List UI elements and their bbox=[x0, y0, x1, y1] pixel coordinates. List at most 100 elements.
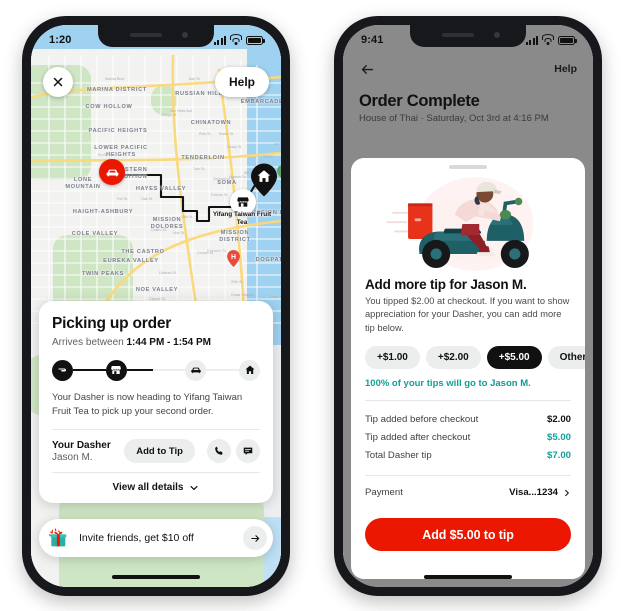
chevron-right-icon bbox=[565, 489, 569, 497]
status-time: 1:20 bbox=[49, 34, 72, 46]
help-button[interactable]: Help bbox=[214, 67, 269, 97]
restaurant-pin-icon[interactable]: H bbox=[227, 250, 240, 267]
close-icon bbox=[53, 77, 63, 87]
map-neighborhood-label: CHINATOWN bbox=[190, 120, 232, 126]
chat-icon bbox=[243, 447, 253, 455]
dasher-label: Your Dasher bbox=[52, 439, 111, 451]
map-street-label: Gough St. bbox=[161, 113, 178, 117]
progress-line-2b bbox=[152, 368, 186, 372]
left-phone-screen: MARINA DISTRICT RUSSIAN HILL EMBARCADERO CO… bbox=[31, 25, 281, 587]
order-description: Your Dasher is now heading to Yifang Tai… bbox=[52, 391, 243, 417]
order-status-card: Picking up order Arrives between 1:44 PM… bbox=[39, 300, 273, 503]
map-street-label: Folsom St. bbox=[211, 193, 229, 197]
map-street-label: Geary St. bbox=[227, 145, 243, 149]
store-icon bbox=[111, 366, 122, 374]
progress-line-3 bbox=[206, 368, 240, 372]
message-dasher-button[interactable] bbox=[236, 439, 260, 463]
map-neighborhood-label: LONE bbox=[73, 177, 93, 183]
left-phone-frame: MARINA DISTRICT RUSSIAN HILL EMBARCADERO CO… bbox=[22, 16, 290, 596]
receipt-row: Total Dasher tip $7.00 bbox=[365, 446, 571, 464]
map-street-label: Oak St. bbox=[141, 197, 153, 201]
earpiece-speaker bbox=[130, 33, 162, 37]
help-label: Help bbox=[228, 75, 255, 89]
home-marker[interactable] bbox=[251, 163, 277, 197]
map-street-label: Euclid Ave bbox=[98, 153, 115, 157]
map-neighborhood-label: COW HOLLOW bbox=[85, 104, 133, 110]
map-street-label: Turk St. bbox=[193, 167, 206, 171]
map-neighborhood-label: TENDERLOIN bbox=[181, 155, 225, 161]
map-street-label: Cesar Chavez bbox=[231, 293, 254, 297]
tip-option-3[interactable]: Other bbox=[547, 346, 585, 370]
map-street-label: Polk St. bbox=[199, 132, 212, 136]
map-street-label: Mission St. bbox=[229, 175, 247, 179]
scooter-illustration-svg bbox=[386, 177, 534, 271]
progress-node-on-the-way bbox=[185, 359, 207, 381]
add-tip-cta-button[interactable]: Add $5.00 to tip bbox=[365, 518, 571, 551]
tip-amount-options: +$1.00 +$2.00 +$5.00 Other bbox=[365, 346, 585, 370]
doordash-logo-icon bbox=[58, 368, 66, 372]
receipt-row-value: $7.00 bbox=[546, 449, 571, 461]
dasher-car-marker[interactable] bbox=[99, 159, 125, 185]
divider bbox=[365, 475, 571, 477]
signal-bars-icon bbox=[526, 35, 538, 45]
nav-row: Help bbox=[359, 55, 577, 83]
divider bbox=[365, 400, 571, 402]
payment-label: Payment bbox=[365, 487, 403, 499]
invite-friends-banner[interactable]: Invite friends, get $10 off bbox=[39, 519, 273, 557]
close-button[interactable] bbox=[43, 67, 73, 97]
progress-node-delivered bbox=[239, 359, 261, 381]
arrow-right-icon bbox=[250, 534, 259, 542]
receipt-row-label: Tip added before checkout bbox=[365, 413, 479, 425]
map-neighborhood-label: HAYES VALLEY bbox=[135, 186, 187, 192]
dasher-scooter-illustration bbox=[365, 171, 571, 277]
map-neighborhood-label: RUSSIAN HILL bbox=[175, 91, 223, 97]
front-camera bbox=[182, 32, 188, 38]
order-complete-header: Help Order Complete House of Thai · Satu… bbox=[343, 55, 593, 124]
call-dasher-button[interactable] bbox=[207, 439, 231, 463]
map-neighborhood-label: HAIGHT-ASHBURY bbox=[72, 209, 134, 215]
tip-option-2[interactable]: +$5.00 bbox=[486, 346, 542, 370]
map-street-label: Sutter St. bbox=[219, 132, 234, 136]
front-camera bbox=[494, 32, 500, 38]
help-button[interactable]: Help bbox=[554, 63, 577, 75]
earpiece-speaker bbox=[442, 33, 474, 37]
progress-line-1 bbox=[73, 368, 106, 372]
battery-full-icon bbox=[558, 35, 577, 45]
home-icon bbox=[245, 365, 255, 374]
map-neighborhood-label: EUREKA VALLEY bbox=[103, 258, 159, 264]
sheet-drag-handle[interactable] bbox=[449, 165, 487, 169]
invite-banner-arrow-button[interactable] bbox=[243, 526, 267, 550]
chevron-down-icon bbox=[190, 485, 199, 490]
tip-option-1[interactable]: +$2.00 bbox=[425, 346, 481, 370]
map-street-label: Marina Blvd bbox=[105, 77, 124, 81]
receipt-row-label: Tip added after checkout bbox=[365, 431, 471, 443]
back-button[interactable] bbox=[359, 62, 376, 77]
tip-section-title: Add more tip for Jason M. bbox=[365, 277, 527, 292]
arrives-time: 1:44 PM - 1:54 PM bbox=[126, 336, 211, 348]
view-all-details-label: View all details bbox=[112, 482, 184, 493]
phone-icon bbox=[215, 446, 223, 455]
map-neighborhood-label: MISSION bbox=[152, 217, 182, 223]
map-neighborhood-label: PACIFIC HEIGHTS bbox=[88, 128, 148, 134]
tip-option-0[interactable]: +$1.00 bbox=[365, 346, 420, 370]
progress-node-order-placed bbox=[52, 359, 73, 381]
map-neighborhood-label: THE CASTRO bbox=[121, 249, 165, 255]
add-tip-sheet: Add more tip for Jason M. You tipped $2.… bbox=[351, 158, 585, 579]
tip-note-name: Jason M. bbox=[490, 378, 531, 390]
payment-row[interactable]: Payment Visa...1234 bbox=[365, 485, 571, 498]
view-all-details-button[interactable]: View all details bbox=[52, 473, 260, 503]
add-to-tip-button[interactable]: Add to Tip bbox=[124, 439, 195, 463]
map-street-label: 3rd St. bbox=[263, 155, 274, 159]
order-subtitle: House of Thai · Saturday, Oct 3rd at 4:1… bbox=[359, 113, 549, 124]
svg-text:H: H bbox=[231, 254, 236, 261]
map-street-label: Fell St. bbox=[117, 197, 129, 201]
battery-full-icon bbox=[246, 35, 265, 45]
tip-destination-note: 100% of your tips will go to Jason M. bbox=[365, 378, 571, 389]
right-home-indicator bbox=[424, 575, 512, 579]
map-street-label: Castro St. bbox=[151, 228, 167, 232]
map-neighborhood-label: MOUNTAIN bbox=[65, 184, 101, 190]
map-neighborhood-label: DISTRICT bbox=[219, 237, 251, 243]
receipt-row: Tip added before checkout $2.00 bbox=[365, 410, 571, 428]
tip-receipt: Tip added before checkout $2.00 Tip added … bbox=[365, 410, 571, 464]
map-street-label: Dolores St. bbox=[159, 271, 177, 275]
